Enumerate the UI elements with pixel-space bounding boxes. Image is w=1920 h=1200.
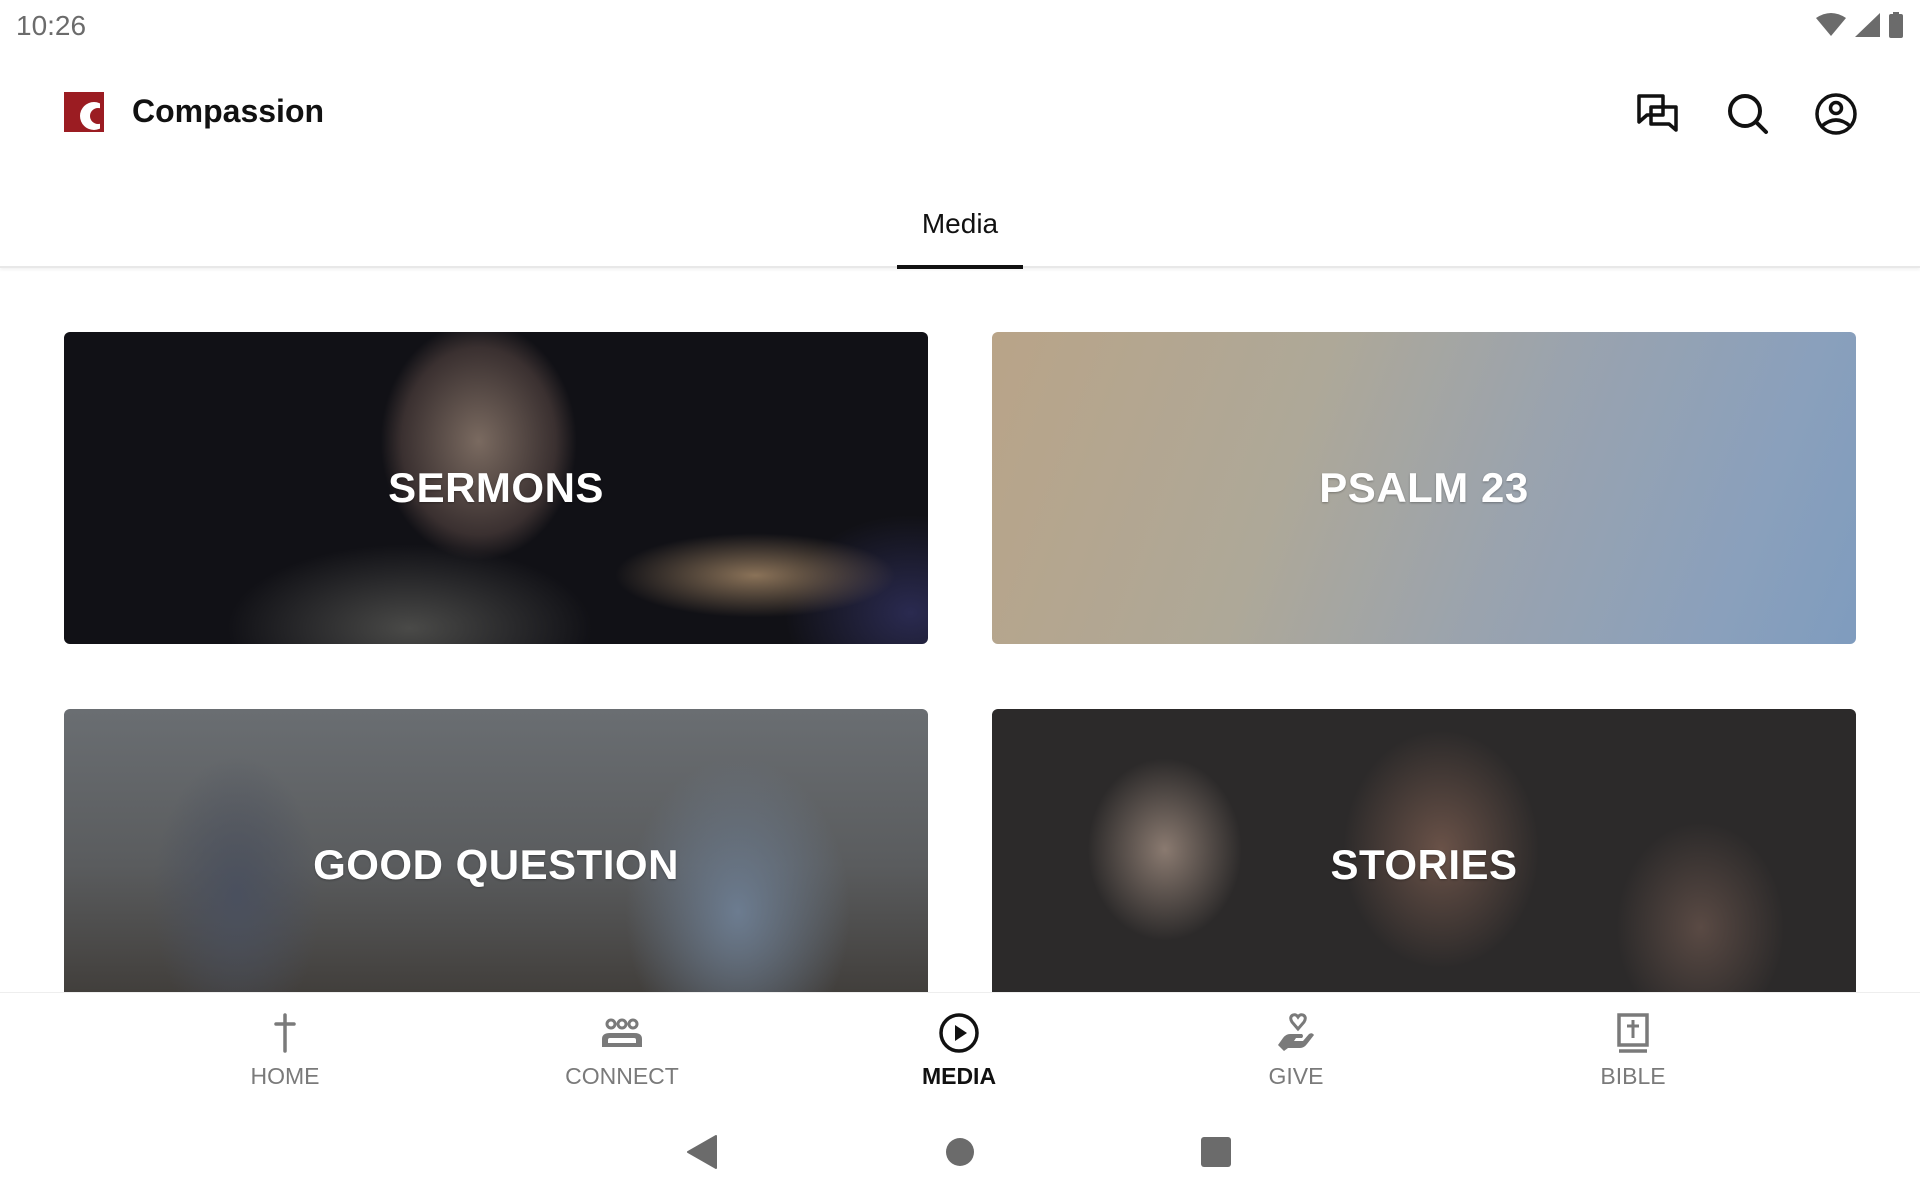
messages-button[interactable] xyxy=(1634,90,1682,138)
card-good-question[interactable]: GOOD QUESTION xyxy=(64,709,928,992)
app-title: Compassion xyxy=(132,93,325,129)
search-button[interactable] xyxy=(1724,90,1772,138)
status-time: 10:26 xyxy=(16,10,87,41)
home-circle-icon[interactable] xyxy=(944,1134,976,1170)
app-bar: Compassion xyxy=(0,60,1920,170)
compassion-logo[interactable] xyxy=(64,92,104,132)
profile-button[interactable] xyxy=(1812,90,1860,138)
nav-home-label: HOME xyxy=(250,1063,320,1089)
nav-give[interactable]: GIVE xyxy=(1196,993,1396,1105)
system-nav-bar xyxy=(0,1104,1920,1200)
bible-icon xyxy=(1617,1013,1649,1053)
nav-connect[interactable]: CONNECT xyxy=(522,993,722,1105)
group-icon xyxy=(602,1018,642,1047)
cross-icon xyxy=(274,1013,296,1053)
card-title: SERMONS xyxy=(388,464,604,511)
media-grid: SERMONS PSALM 23 GOOD QUESTION STORIES xyxy=(0,270,1920,992)
recents-icon[interactable] xyxy=(1200,1134,1232,1170)
play-circle-icon xyxy=(939,1013,979,1053)
nav-bible[interactable]: BIBLE xyxy=(1533,993,1733,1105)
card-psalm-23[interactable]: PSALM 23 xyxy=(992,332,1856,644)
tab-indicator xyxy=(897,265,1023,269)
bottom-nav: HOME CONNECT MEDIA GIVE BIBLE xyxy=(0,992,1920,1104)
tab-bar: Media xyxy=(0,190,1920,269)
account-circle-icon xyxy=(1815,93,1857,135)
signal-icon xyxy=(1855,13,1880,37)
nav-bible-label: BIBLE xyxy=(1600,1063,1666,1089)
nav-media-label: MEDIA xyxy=(921,1063,997,1089)
card-stories[interactable]: STORIES xyxy=(992,709,1856,992)
wifi-icon xyxy=(1816,13,1846,36)
nav-media[interactable]: MEDIA xyxy=(859,993,1059,1105)
card-title: STORIES xyxy=(1330,841,1518,888)
status-bar: 10:26 xyxy=(0,0,1920,50)
card-sermons[interactable]: SERMONS xyxy=(64,332,928,644)
battery-icon xyxy=(1889,12,1903,38)
card-title: PSALM 23 xyxy=(1319,464,1529,511)
tab-media[interactable]: Media xyxy=(897,190,1023,269)
back-icon[interactable] xyxy=(686,1134,718,1170)
chat-bubbles-icon xyxy=(1637,94,1678,132)
nav-give-label: GIVE xyxy=(1268,1063,1324,1089)
nav-connect-label: CONNECT xyxy=(565,1063,679,1089)
nav-home[interactable]: HOME xyxy=(185,993,385,1105)
status-icons xyxy=(1816,12,1904,38)
tab-media-label: Media xyxy=(921,208,999,239)
card-title: GOOD QUESTION xyxy=(313,841,679,888)
hand-heart-icon xyxy=(1278,1013,1314,1051)
search-icon xyxy=(1728,94,1768,134)
